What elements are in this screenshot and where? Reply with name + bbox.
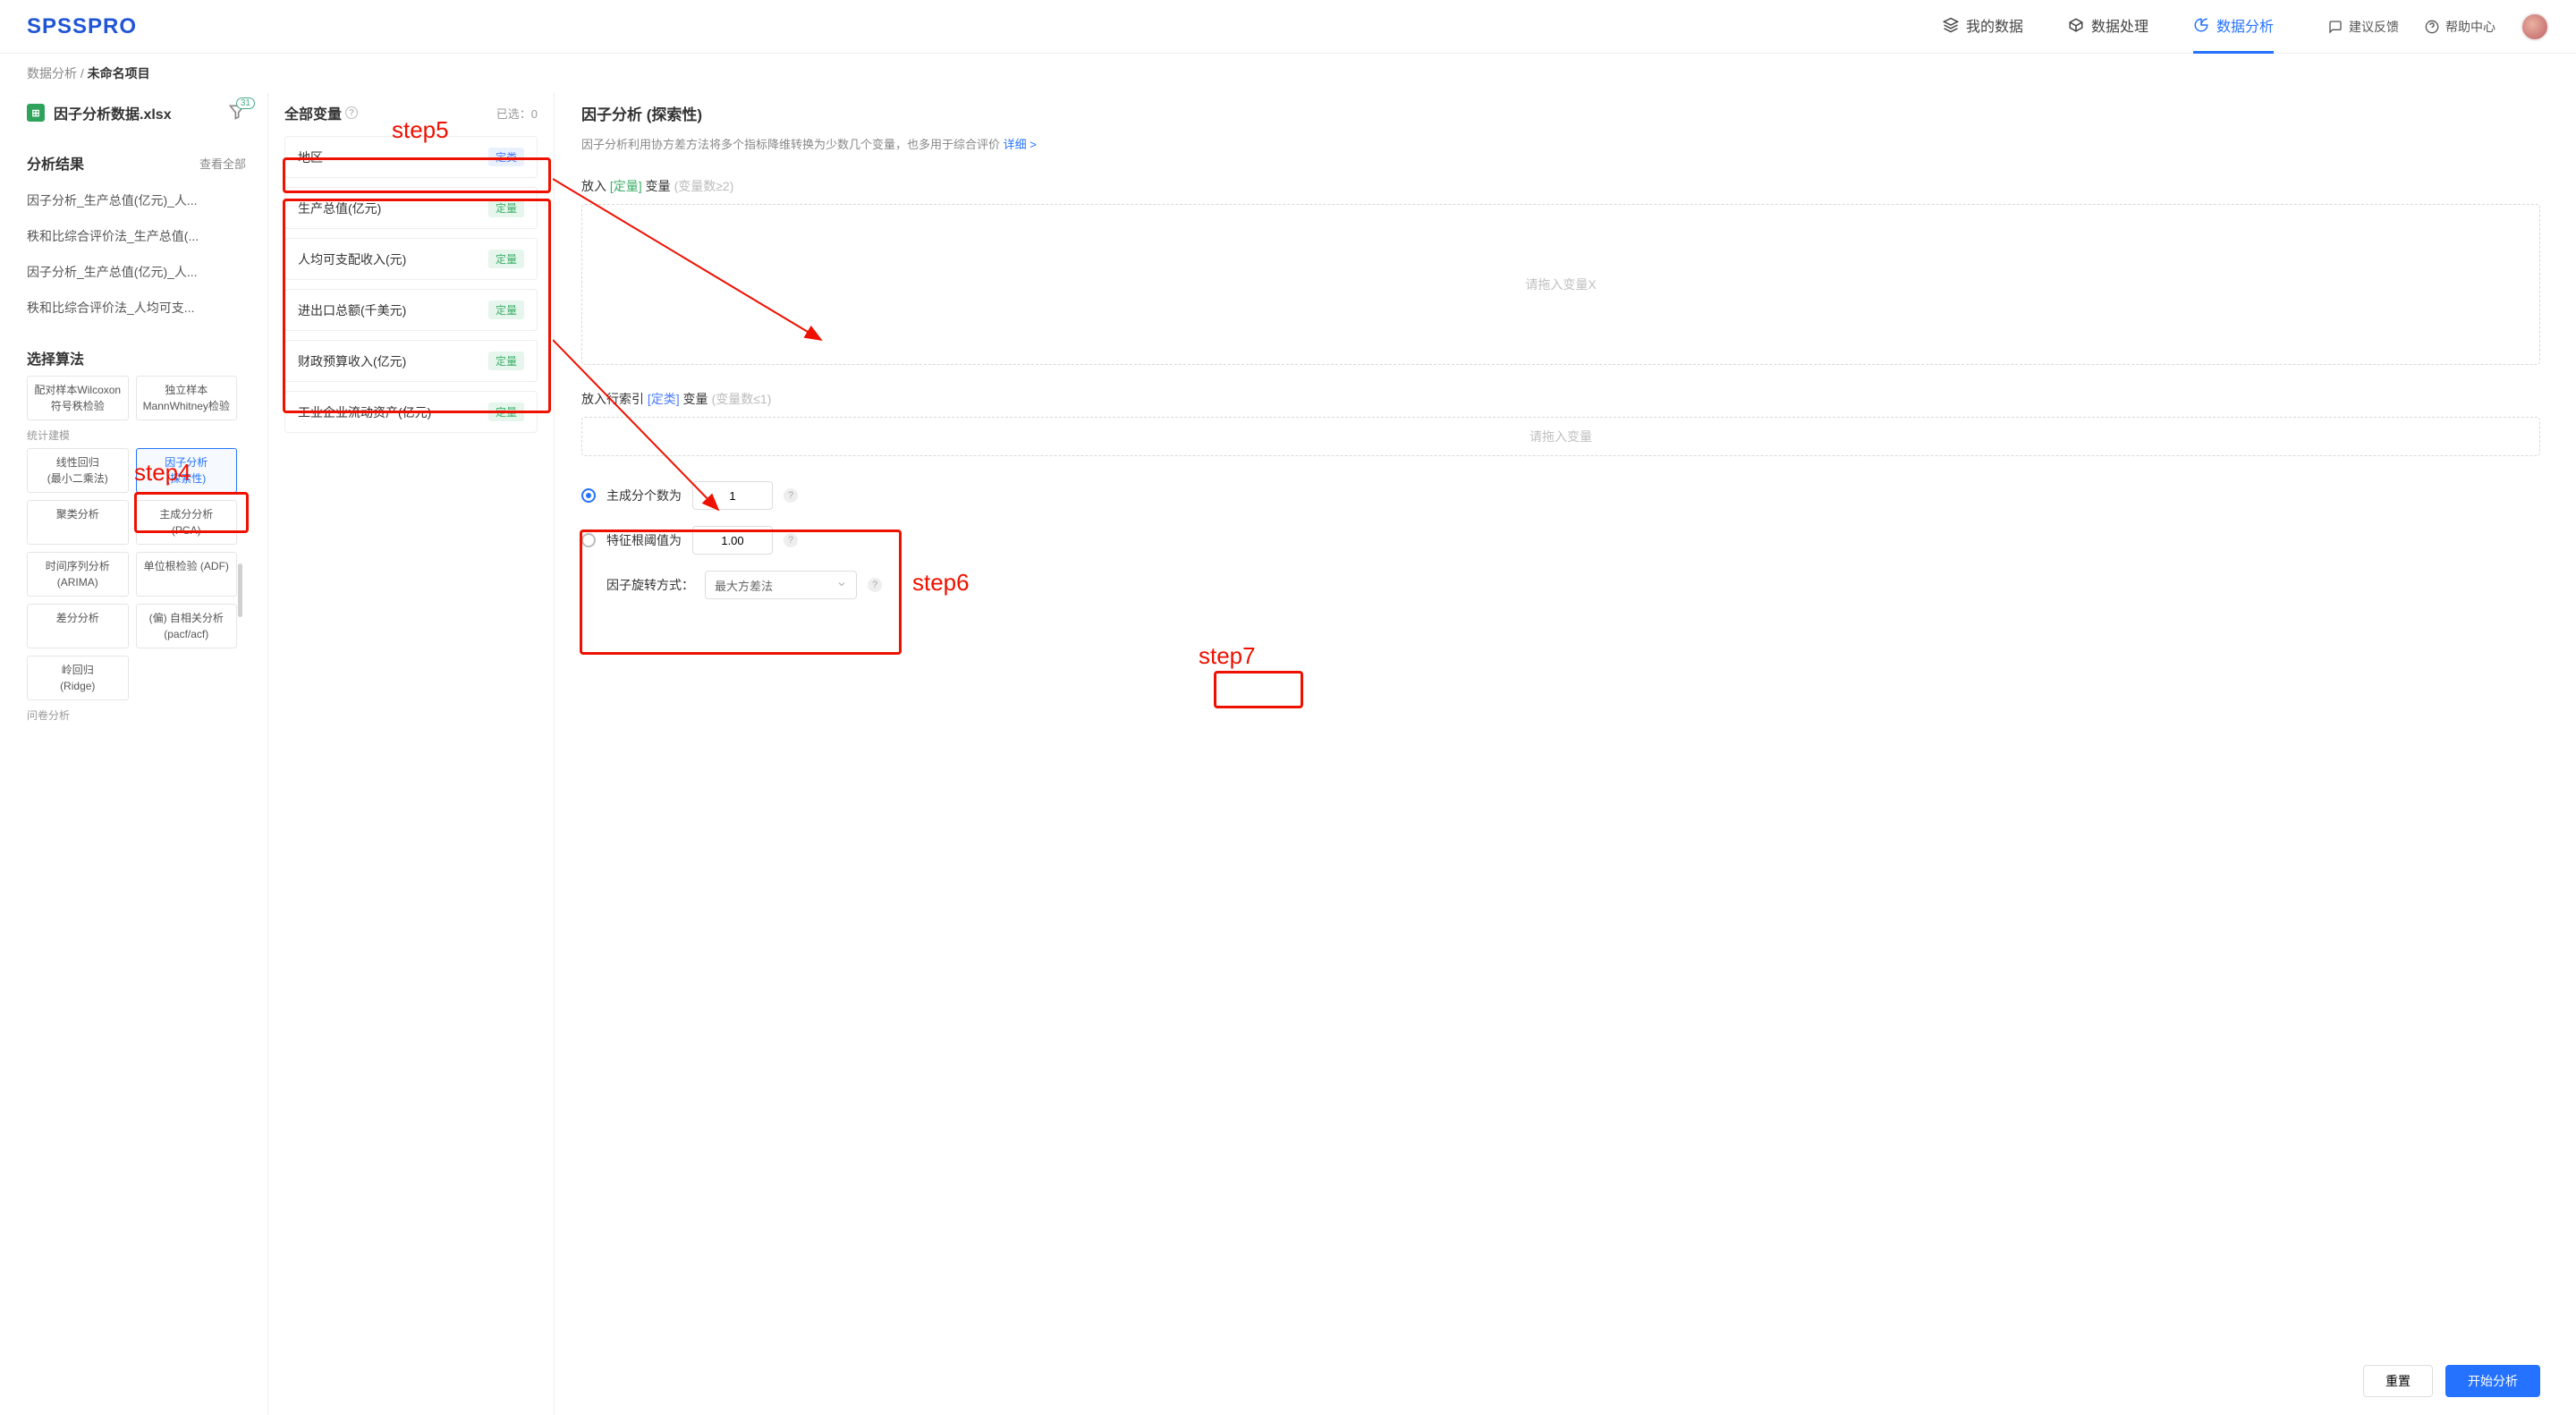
breadcrumb-root[interactable]: 数据分析 bbox=[27, 66, 77, 80]
help-link[interactable]: 帮助中心 bbox=[2424, 18, 2496, 36]
layers-icon bbox=[1943, 17, 1959, 33]
result-item[interactable]: 因子分析_生产总值(亿元)_人... bbox=[27, 182, 246, 218]
algo-box[interactable]: 主成分分析(PCA) bbox=[136, 500, 238, 545]
nav-my-data[interactable]: 我的数据 bbox=[1943, 0, 2023, 54]
help-icon[interactable]: ? bbox=[784, 533, 798, 547]
algo-box[interactable]: 单位根检验 (ADF) bbox=[136, 552, 238, 597]
breadcrumb: 数据分析 / 未命名项目 bbox=[0, 54, 2576, 93]
help-icon[interactable]: ? bbox=[345, 106, 358, 119]
xlsx-file-icon: ⊞ bbox=[27, 104, 45, 122]
dropzone-qual[interactable]: 请拖入变量 bbox=[581, 417, 2540, 456]
avatar[interactable] bbox=[2521, 13, 2549, 41]
variable-name: 进出口总额(千美元) bbox=[298, 301, 406, 319]
variable-item[interactable]: 工业企业流动资产(亿元) 定量 bbox=[284, 391, 538, 433]
dropzone-2-label: 放入行索引 [定类] 变量(变量数≤1) bbox=[581, 390, 2540, 408]
start-analysis-button[interactable]: 开始分析 bbox=[2445, 1365, 2540, 1397]
variable-type-tag: 定量 bbox=[488, 402, 524, 421]
variable-name: 地区 bbox=[298, 148, 323, 166]
variable-name: 人均可支配收入(元) bbox=[298, 250, 406, 268]
chevron-down-icon bbox=[836, 579, 847, 592]
nav-data-process-label: 数据处理 bbox=[2091, 14, 2148, 36]
scrollbar[interactable] bbox=[238, 563, 242, 617]
variable-item[interactable]: 地区 定类 bbox=[284, 136, 538, 178]
algo-category: 问卷分析 bbox=[27, 708, 237, 723]
analysis-title: 因子分析 (探索性) bbox=[581, 102, 2540, 124]
reset-button[interactable]: 重置 bbox=[2363, 1365, 2433, 1397]
variable-type-tag: 定量 bbox=[488, 199, 524, 217]
radio-pc-count[interactable] bbox=[581, 488, 596, 503]
result-item[interactable]: 秩和比综合评价法_人均可支... bbox=[27, 290, 246, 326]
filter-count: 31 bbox=[236, 97, 255, 109]
help-icon[interactable]: ? bbox=[784, 488, 798, 503]
pc-count-label: 主成分个数为 bbox=[606, 487, 682, 504]
algo-title: 选择算法 bbox=[27, 347, 246, 369]
help-icon bbox=[2424, 19, 2440, 35]
rotation-label: 因子旋转方式： bbox=[606, 576, 694, 594]
algo-box[interactable]: 时间序列分析(ARIMA) bbox=[27, 552, 129, 597]
dropzone-placeholder: 请拖入变量 bbox=[1530, 428, 1592, 445]
rotation-select[interactable]: 最大方差法 bbox=[705, 571, 857, 599]
breadcrumb-current: 未命名项目 bbox=[88, 66, 150, 80]
detail-link[interactable]: 详细 > bbox=[1004, 138, 1037, 151]
results-title: 分析结果 bbox=[27, 152, 84, 174]
algo-mannwhitney[interactable]: 独立样本 MannWhitney检验 bbox=[136, 376, 238, 420]
nav-data-analysis-label: 数据分析 bbox=[2216, 14, 2274, 36]
result-item[interactable]: 因子分析_生产总值(亿元)_人... bbox=[27, 254, 246, 290]
help-icon[interactable]: ? bbox=[868, 578, 882, 592]
algo-box[interactable]: 线性回归(最小二乘法) bbox=[27, 448, 129, 493]
variable-type-tag: 定量 bbox=[488, 301, 524, 319]
pc-count-input[interactable] bbox=[692, 481, 773, 510]
variable-item[interactable]: 人均可支配收入(元) 定量 bbox=[284, 238, 538, 280]
nav-data-analysis[interactable]: 数据分析 bbox=[2193, 0, 2274, 54]
view-all-link[interactable]: 查看全部 bbox=[199, 155, 246, 172]
chat-icon bbox=[2327, 19, 2343, 35]
variable-type-tag: 定类 bbox=[488, 148, 524, 166]
selected-count: 已选：0 bbox=[496, 105, 538, 122]
variable-name: 工业企业流动资产(亿元) bbox=[298, 403, 431, 421]
variable-item[interactable]: 进出口总额(千美元) 定量 bbox=[284, 289, 538, 331]
dropzone-quant[interactable]: 请拖入变量X bbox=[581, 204, 2540, 365]
variable-type-tag: 定量 bbox=[488, 250, 524, 268]
algo-box[interactable]: 差分分析 bbox=[27, 604, 129, 648]
variable-name: 生产总值(亿元) bbox=[298, 199, 381, 217]
algo-box[interactable]: 因子分析(探索性) bbox=[136, 448, 238, 493]
radio-eigen-threshold[interactable] bbox=[581, 533, 596, 547]
algo-box[interactable]: 聚类分析 bbox=[27, 500, 129, 545]
nav-my-data-label: 我的数据 bbox=[1966, 14, 2023, 36]
algo-box[interactable]: 岭回归(Ridge) bbox=[27, 656, 129, 700]
nav-data-process[interactable]: 数据处理 bbox=[2068, 0, 2148, 54]
analysis-description: 因子分析利用协方差方法将多个指标降维转换为少数几个变量，也多用于综合评价 详细 … bbox=[581, 135, 2540, 152]
variable-type-tag: 定量 bbox=[488, 352, 524, 370]
algo-box[interactable]: (偏) 自相关分析(pacf/acf) bbox=[136, 604, 238, 648]
eigen-label: 特征根阈值为 bbox=[606, 531, 682, 549]
feedback-link[interactable]: 建议反馈 bbox=[2327, 18, 2399, 36]
variable-name: 财政预算收入(亿元) bbox=[298, 352, 406, 370]
eigen-input[interactable] bbox=[692, 526, 773, 555]
feedback-label: 建议反馈 bbox=[2349, 18, 2399, 36]
help-label: 帮助中心 bbox=[2445, 18, 2496, 36]
pie-chart-icon bbox=[2193, 17, 2209, 33]
dropzone-1-label: 放入 [定量] 变量(变量数≥2) bbox=[581, 177, 2540, 195]
result-item[interactable]: 秩和比综合评价法_生产总值(... bbox=[27, 218, 246, 254]
cube-icon bbox=[2068, 17, 2084, 33]
file-name: 因子分析数据.xlsx bbox=[54, 102, 219, 123]
variable-item[interactable]: 生产总值(亿元) 定量 bbox=[284, 187, 538, 229]
brand-logo[interactable]: SPSSPRO bbox=[27, 14, 137, 39]
algo-category: 统计建模 bbox=[27, 428, 237, 443]
algo-wilcoxon[interactable]: 配对样本Wilcoxon 符号秩检验 bbox=[27, 376, 129, 420]
filter-button[interactable]: 31 bbox=[228, 103, 246, 123]
variables-title: 全部变量 bbox=[284, 102, 342, 123]
variable-item[interactable]: 财政预算收入(亿元) 定量 bbox=[284, 340, 538, 382]
dropzone-placeholder: 请拖入变量X bbox=[1525, 275, 1596, 293]
